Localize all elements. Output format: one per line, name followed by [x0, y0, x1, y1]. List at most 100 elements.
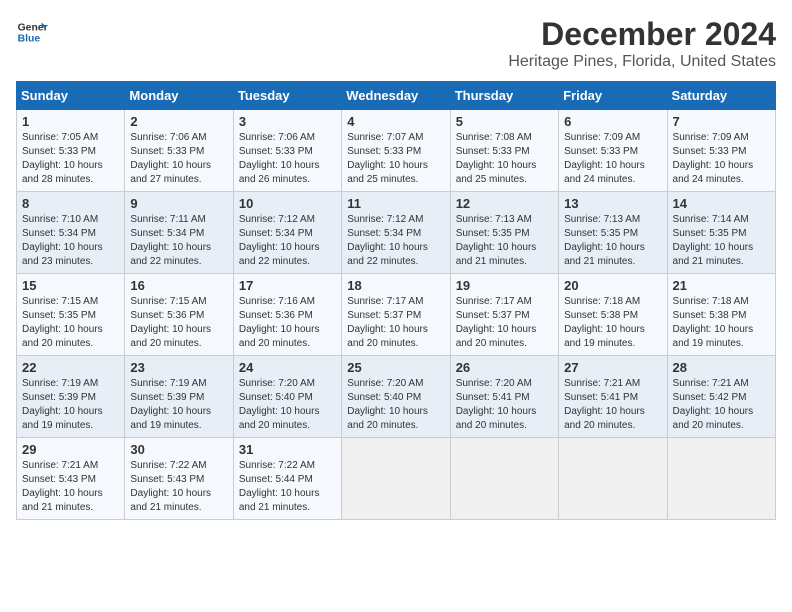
calendar-week-4: 22 Sunrise: 7:19 AM Sunset: 5:39 PM Dayli… — [17, 356, 776, 438]
day-info: Sunrise: 7:14 AM Sunset: 5:35 PM Dayligh… — [673, 213, 770, 269]
day-number: 28 — [673, 360, 770, 375]
day-info: Sunrise: 7:18 AM Sunset: 5:38 PM Dayligh… — [564, 295, 661, 351]
day-info: Sunrise: 7:05 AM Sunset: 5:33 PM Dayligh… — [22, 131, 119, 187]
calendar-header-row: SundayMondayTuesdayWednesdayThursdayFrid… — [17, 82, 776, 110]
day-cell-6: 6 Sunrise: 7:09 AM Sunset: 5:33 PM Daylig… — [559, 110, 667, 192]
empty-cell — [559, 438, 667, 520]
day-number: 5 — [456, 114, 553, 129]
calendar-week-3: 15Sunrise: 7:15 AM Sunset: 5:35 PM Dayli… — [17, 274, 776, 356]
day-info: Sunrise: 7:19 AM Sunset: 5:39 PM Dayligh… — [22, 377, 119, 433]
day-cell-2: 2 Sunrise: 7:06 AM Sunset: 5:33 PM Daylig… — [125, 110, 233, 192]
svg-text:General: General — [18, 22, 48, 33]
day-number: 3 — [239, 114, 336, 129]
header-cell-wednesday: Wednesday — [342, 82, 450, 110]
day-cell-8: 8 Sunrise: 7:10 AM Sunset: 5:34 PM Daylig… — [17, 192, 125, 274]
header-cell-friday: Friday — [559, 82, 667, 110]
logo-icon: General Blue — [16, 16, 48, 48]
day-cell-25: 25 Sunrise: 7:20 AM Sunset: 5:40 PM Dayli… — [342, 356, 450, 438]
day-info: Sunrise: 7:15 AM Sunset: 5:36 PM Dayligh… — [130, 295, 227, 351]
day-cell-4: 4Sunrise: 7:07 AM Sunset: 5:33 PM Daylig… — [342, 110, 450, 192]
day-number: 17 — [239, 278, 336, 293]
day-cell-29: 29 Sunrise: 7:21 AM Sunset: 5:43 PM Dayli… — [17, 438, 125, 520]
header-cell-sunday: Sunday — [17, 82, 125, 110]
day-info: Sunrise: 7:11 AM Sunset: 5:34 PM Dayligh… — [130, 213, 227, 269]
day-number: 21 — [673, 278, 770, 293]
day-cell-9: 9 Sunrise: 7:11 AM Sunset: 5:34 PM Daylig… — [125, 192, 233, 274]
day-cell-23: 23 Sunrise: 7:19 AM Sunset: 5:39 PM Dayli… — [125, 356, 233, 438]
day-cell-14: 14Sunrise: 7:14 AM Sunset: 5:35 PM Dayli… — [667, 192, 775, 274]
calendar-week-2: 8 Sunrise: 7:10 AM Sunset: 5:34 PM Daylig… — [17, 192, 776, 274]
day-info: Sunrise: 7:19 AM Sunset: 5:39 PM Dayligh… — [130, 377, 227, 433]
calendar-table: SundayMondayTuesdayWednesdayThursdayFrid… — [16, 81, 776, 520]
day-number: 9 — [130, 196, 227, 211]
day-number: 2 — [130, 114, 227, 129]
header-cell-monday: Monday — [125, 82, 233, 110]
day-number: 13 — [564, 196, 661, 211]
day-number: 8 — [22, 196, 119, 211]
day-info: Sunrise: 7:13 AM Sunset: 5:35 PM Dayligh… — [456, 213, 553, 269]
day-cell-17: 17 Sunrise: 7:16 AM Sunset: 5:36 PM Dayli… — [233, 274, 341, 356]
day-cell-3: 3Sunrise: 7:06 AM Sunset: 5:33 PM Daylig… — [233, 110, 341, 192]
day-cell-28: 28 Sunrise: 7:21 AM Sunset: 5:42 PM Dayli… — [667, 356, 775, 438]
header-cell-thursday: Thursday — [450, 82, 558, 110]
day-cell-13: 13Sunrise: 7:13 AM Sunset: 5:35 PM Dayli… — [559, 192, 667, 274]
day-info: Sunrise: 7:15 AM Sunset: 5:35 PM Dayligh… — [22, 295, 119, 351]
calendar-body: 1 Sunrise: 7:05 AM Sunset: 5:33 PM Daylig… — [17, 110, 776, 520]
day-number: 23 — [130, 360, 227, 375]
day-number: 6 — [564, 114, 661, 129]
day-number: 16 — [130, 278, 227, 293]
header-cell-saturday: Saturday — [667, 82, 775, 110]
day-number: 22 — [22, 360, 119, 375]
day-number: 7 — [673, 114, 770, 129]
day-cell-10: 10Sunrise: 7:12 AM Sunset: 5:34 PM Dayli… — [233, 192, 341, 274]
calendar-title: December 2024 — [508, 16, 776, 53]
day-cell-1: 1 Sunrise: 7:05 AM Sunset: 5:33 PM Daylig… — [17, 110, 125, 192]
empty-cell — [450, 438, 558, 520]
day-cell-20: 20Sunrise: 7:18 AM Sunset: 5:38 PM Dayli… — [559, 274, 667, 356]
day-info: Sunrise: 7:18 AM Sunset: 5:38 PM Dayligh… — [673, 295, 770, 351]
day-cell-31: 31Sunrise: 7:22 AM Sunset: 5:44 PM Dayli… — [233, 438, 341, 520]
day-info: Sunrise: 7:16 AM Sunset: 5:36 PM Dayligh… — [239, 295, 336, 351]
day-cell-22: 22 Sunrise: 7:19 AM Sunset: 5:39 PM Dayli… — [17, 356, 125, 438]
day-cell-27: 27 Sunrise: 7:21 AM Sunset: 5:41 PM Dayli… — [559, 356, 667, 438]
day-cell-19: 19 Sunrise: 7:17 AM Sunset: 5:37 PM Dayli… — [450, 274, 558, 356]
day-info: Sunrise: 7:20 AM Sunset: 5:40 PM Dayligh… — [239, 377, 336, 433]
day-cell-16: 16 Sunrise: 7:15 AM Sunset: 5:36 PM Dayli… — [125, 274, 233, 356]
day-info: Sunrise: 7:20 AM Sunset: 5:40 PM Dayligh… — [347, 377, 444, 433]
day-info: Sunrise: 7:22 AM Sunset: 5:44 PM Dayligh… — [239, 459, 336, 515]
empty-cell — [667, 438, 775, 520]
day-number: 29 — [22, 442, 119, 457]
day-number: 27 — [564, 360, 661, 375]
day-info: Sunrise: 7:21 AM Sunset: 5:42 PM Dayligh… — [673, 377, 770, 433]
day-cell-18: 18 Sunrise: 7:17 AM Sunset: 5:37 PM Dayli… — [342, 274, 450, 356]
day-info: Sunrise: 7:17 AM Sunset: 5:37 PM Dayligh… — [347, 295, 444, 351]
day-number: 1 — [22, 114, 119, 129]
day-number: 26 — [456, 360, 553, 375]
day-number: 18 — [347, 278, 444, 293]
day-cell-5: 5Sunrise: 7:08 AM Sunset: 5:33 PM Daylig… — [450, 110, 558, 192]
header: General Blue December 2024 Heritage Pine… — [16, 16, 776, 71]
title-area: December 2024 Heritage Pines, Florida, U… — [508, 16, 776, 71]
day-info: Sunrise: 7:21 AM Sunset: 5:43 PM Dayligh… — [22, 459, 119, 515]
day-number: 12 — [456, 196, 553, 211]
day-cell-15: 15Sunrise: 7:15 AM Sunset: 5:35 PM Dayli… — [17, 274, 125, 356]
day-info: Sunrise: 7:21 AM Sunset: 5:41 PM Dayligh… — [564, 377, 661, 433]
day-cell-30: 30Sunrise: 7:22 AM Sunset: 5:43 PM Dayli… — [125, 438, 233, 520]
day-info: Sunrise: 7:09 AM Sunset: 5:33 PM Dayligh… — [564, 131, 661, 187]
calendar-week-5: 29 Sunrise: 7:21 AM Sunset: 5:43 PM Dayli… — [17, 438, 776, 520]
day-info: Sunrise: 7:06 AM Sunset: 5:33 PM Dayligh… — [130, 131, 227, 187]
logo: General Blue — [16, 16, 48, 48]
day-number: 25 — [347, 360, 444, 375]
calendar-subtitle: Heritage Pines, Florida, United States — [508, 53, 776, 71]
day-info: Sunrise: 7:12 AM Sunset: 5:34 PM Dayligh… — [347, 213, 444, 269]
day-number: 4 — [347, 114, 444, 129]
day-info: Sunrise: 7:17 AM Sunset: 5:37 PM Dayligh… — [456, 295, 553, 351]
svg-text:Blue: Blue — [18, 34, 41, 45]
day-info: Sunrise: 7:20 AM Sunset: 5:41 PM Dayligh… — [456, 377, 553, 433]
day-number: 19 — [456, 278, 553, 293]
day-cell-21: 21 Sunrise: 7:18 AM Sunset: 5:38 PM Dayli… — [667, 274, 775, 356]
day-info: Sunrise: 7:10 AM Sunset: 5:34 PM Dayligh… — [22, 213, 119, 269]
day-info: Sunrise: 7:09 AM Sunset: 5:33 PM Dayligh… — [673, 131, 770, 187]
empty-cell — [342, 438, 450, 520]
day-cell-24: 24Sunrise: 7:20 AM Sunset: 5:40 PM Dayli… — [233, 356, 341, 438]
